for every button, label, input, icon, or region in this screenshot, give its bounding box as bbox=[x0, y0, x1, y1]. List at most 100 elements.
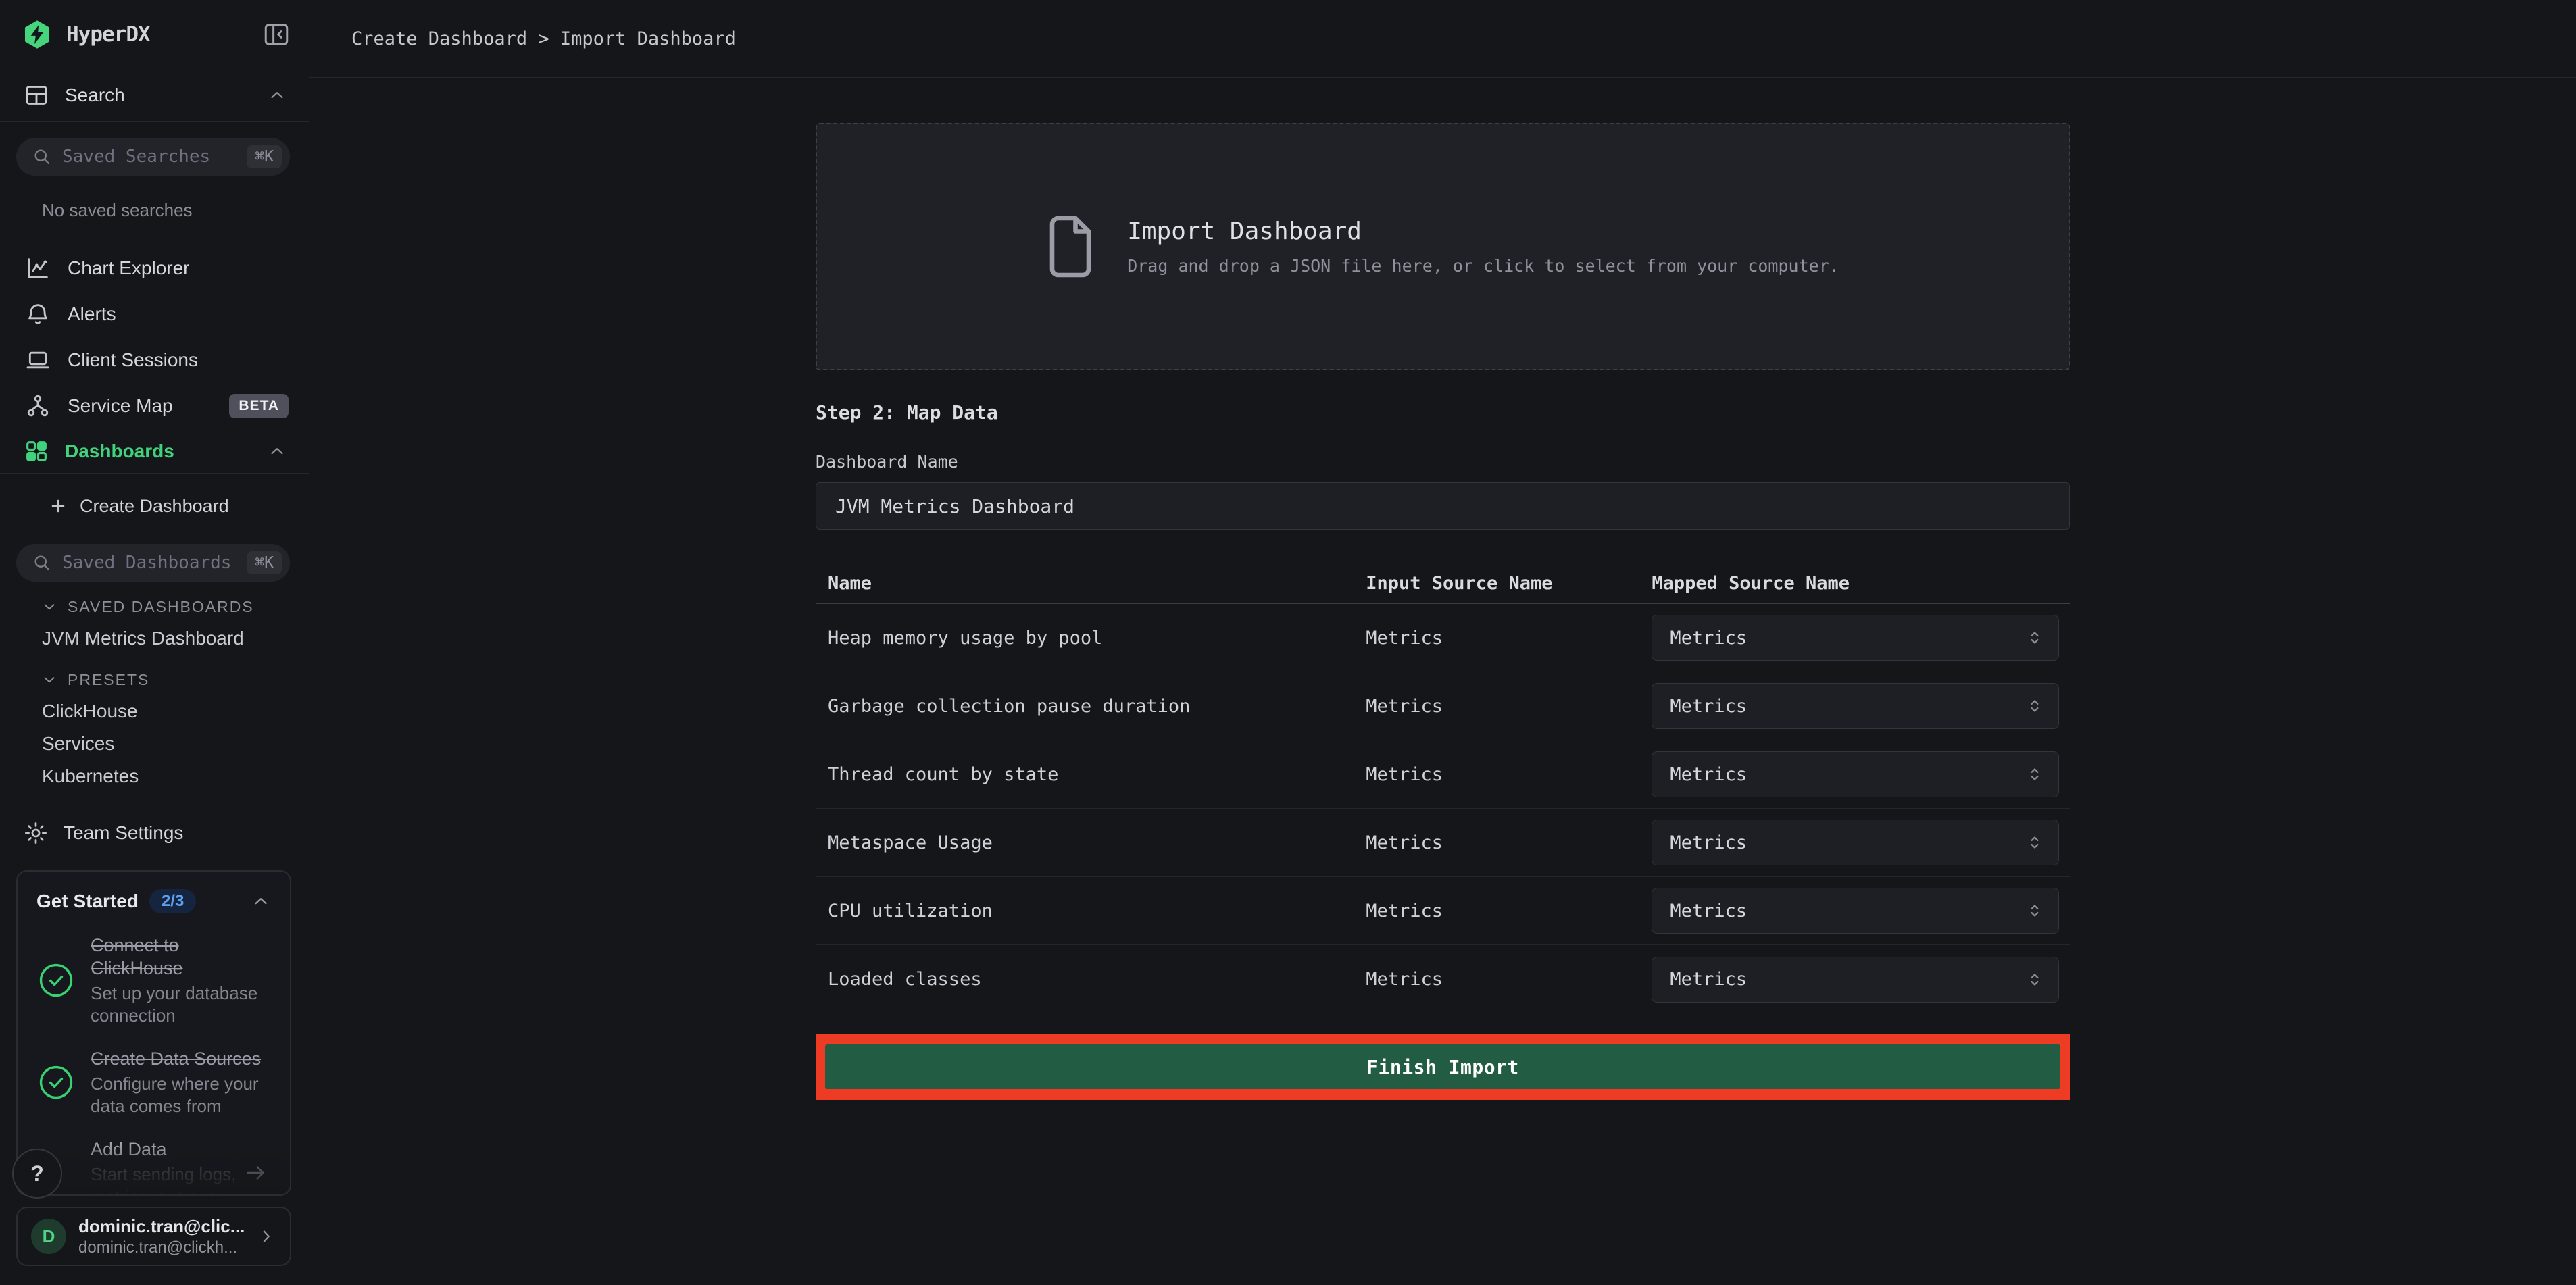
chevron-up-icon[interactable] bbox=[251, 891, 271, 911]
beta-badge: BETA bbox=[229, 394, 289, 418]
column-header-mapped-source: Mapped Source Name bbox=[1639, 573, 2070, 594]
get-started-panel: Get Started 2/3 Connect to ClickHouse Se… bbox=[16, 870, 291, 1196]
sidebar-section-search[interactable]: Search bbox=[0, 69, 309, 122]
saved-dashboards-input[interactable] bbox=[62, 553, 247, 573]
shortcut-badge: ⌘K bbox=[247, 551, 282, 574]
sidebar-nav: Chart Explorer Alerts Client Sessions bbox=[0, 245, 309, 429]
sidebar-section-label: Dashboards bbox=[65, 440, 174, 462]
magnifier-icon bbox=[32, 553, 51, 572]
annotation-highlight-box: Finish Import bbox=[816, 1034, 2070, 1100]
create-dashboard-button[interactable]: Create Dashboard bbox=[0, 484, 309, 528]
laptop-icon bbox=[24, 347, 51, 374]
table-row: Thread count by state Metrics Metrics bbox=[816, 740, 2070, 809]
table-body: Heap memory usage by pool Metrics Metric… bbox=[816, 604, 2070, 1013]
check-circle-icon bbox=[36, 1063, 76, 1102]
mapped-source-select[interactable]: Metrics bbox=[1652, 820, 2059, 865]
row-input-source: Metrics bbox=[1354, 696, 1639, 717]
mapped-source-select[interactable]: Metrics bbox=[1652, 615, 2059, 661]
get-started-item-connect[interactable]: Connect to ClickHouse Set up your databa… bbox=[36, 934, 271, 1027]
no-saved-searches-text: No saved searches bbox=[42, 200, 309, 221]
bell-icon bbox=[24, 301, 51, 328]
row-name: CPU utilization bbox=[816, 901, 1354, 922]
import-dropzone[interactable]: Import Dashboard Drag and drop a JSON fi… bbox=[816, 123, 2070, 370]
service-map-icon bbox=[24, 393, 51, 420]
mapping-table: Name Input Source Name Mapped Source Nam… bbox=[816, 563, 2070, 1013]
search-section-icon bbox=[23, 82, 50, 109]
sidebar-item-saved-dashboard[interactable]: JVM Metrics Dashboard bbox=[0, 622, 309, 655]
saved-searches-input[interactable] bbox=[62, 147, 247, 167]
saved-dashboards-search[interactable]: ⌘K bbox=[16, 544, 290, 582]
mapped-source-select[interactable]: Metrics bbox=[1652, 957, 2059, 1003]
selected-value: Metrics bbox=[1670, 969, 1747, 990]
shortcut-badge: ⌘K bbox=[247, 145, 282, 168]
get-started-item-title: Create Data Sources bbox=[91, 1047, 266, 1070]
sidebar-item-preset[interactable]: Services bbox=[0, 728, 309, 760]
magnifier-icon bbox=[32, 147, 51, 166]
user-email: dominic.tran@clickh... bbox=[78, 1238, 245, 1257]
saved-dashboards-group[interactable]: SAVED DASHBOARDS bbox=[0, 591, 309, 622]
row-input-source: Metrics bbox=[1354, 901, 1639, 922]
chevron-down-icon bbox=[41, 598, 58, 615]
sidebar: HyperDX Search ⌘K No saved searches bbox=[0, 0, 309, 1285]
get-started-item-desc: Start sending logs, metrics, or traces bbox=[91, 1163, 239, 1196]
selected-value: Metrics bbox=[1670, 832, 1747, 853]
table-row: CPU utilization Metrics Metrics bbox=[816, 877, 2070, 945]
arrow-right-icon bbox=[244, 1161, 267, 1184]
breadcrumb[interactable]: Create Dashboard > Import Dashboard bbox=[309, 28, 736, 49]
select-chevrons-icon bbox=[2025, 764, 2045, 784]
column-header-name: Name bbox=[816, 573, 1354, 594]
sidebar-section-label: Search bbox=[65, 84, 125, 106]
row-input-source: Metrics bbox=[1354, 764, 1639, 785]
saved-dashboards-list: JVM Metrics Dashboard bbox=[0, 622, 309, 655]
mapped-source-select[interactable]: Metrics bbox=[1652, 888, 2059, 934]
row-input-source: Metrics bbox=[1354, 832, 1639, 853]
sidebar-section-dashboards[interactable]: Dashboards bbox=[0, 429, 309, 474]
presets-group[interactable]: PRESETS bbox=[0, 664, 309, 695]
sidebar-item-preset[interactable]: Kubernetes bbox=[0, 760, 309, 792]
main-area: Create Dashboard > Import Dashboard Impo… bbox=[309, 0, 2576, 1285]
sidebar-item-chart-explorer[interactable]: Chart Explorer bbox=[0, 245, 309, 291]
saved-searches-search[interactable]: ⌘K bbox=[16, 138, 290, 176]
dropzone-title: Import Dashboard bbox=[1127, 218, 1839, 245]
sidebar-item-team-settings[interactable]: Team Settings bbox=[0, 811, 309, 855]
get-started-item-sources[interactable]: Create Data Sources Configure where your… bbox=[36, 1047, 271, 1117]
mapped-source-select[interactable]: Metrics bbox=[1652, 683, 2059, 729]
row-name: Garbage collection pause duration bbox=[816, 696, 1354, 717]
help-icon: ? bbox=[30, 1161, 44, 1186]
app-title: HyperDX bbox=[66, 22, 150, 47]
chevron-up-icon[interactable] bbox=[267, 441, 287, 461]
chevron-up-icon[interactable] bbox=[267, 85, 287, 105]
chevron-right-icon bbox=[256, 1226, 276, 1246]
dashboard-name-input[interactable] bbox=[816, 482, 2070, 530]
chart-explorer-icon bbox=[24, 255, 51, 282]
selected-value: Metrics bbox=[1670, 628, 1747, 649]
selected-value: Metrics bbox=[1670, 901, 1747, 922]
plus-icon bbox=[49, 497, 68, 515]
chevron-down-icon bbox=[41, 671, 58, 688]
get-started-header[interactable]: Get Started 2/3 bbox=[36, 889, 271, 913]
get-started-item-add-data[interactable]: Add Data Start sending logs, metrics, or… bbox=[36, 1138, 271, 1196]
finish-import-button[interactable]: Finish Import bbox=[825, 1044, 2060, 1089]
mapped-source-select[interactable]: Metrics bbox=[1652, 751, 2059, 797]
select-chevrons-icon bbox=[2025, 901, 2045, 921]
row-name: Heap memory usage by pool bbox=[816, 628, 1354, 649]
sidebar-item-service-map[interactable]: Service Map BETA bbox=[0, 383, 309, 429]
presets-list: ClickHouse Services Kubernetes bbox=[0, 695, 309, 792]
dashboards-grid-icon bbox=[23, 438, 50, 465]
table-row: Garbage collection pause duration Metric… bbox=[816, 672, 2070, 740]
sidebar-item-label: Chart Explorer bbox=[68, 257, 190, 279]
sidebar-item-preset[interactable]: ClickHouse bbox=[0, 695, 309, 728]
row-input-source: Metrics bbox=[1354, 628, 1639, 649]
collapse-sidebar-icon[interactable] bbox=[262, 20, 291, 49]
sidebar-item-label: Team Settings bbox=[64, 822, 183, 844]
table-header-row: Name Input Source Name Mapped Source Nam… bbox=[816, 563, 2070, 604]
app-root: HyperDX Search ⌘K No saved searches bbox=[0, 0, 2576, 1285]
sidebar-item-alerts[interactable]: Alerts bbox=[0, 291, 309, 337]
sidebar-item-label: Service Map bbox=[68, 395, 173, 417]
sidebar-item-client-sessions[interactable]: Client Sessions bbox=[0, 337, 309, 383]
help-button[interactable]: ? bbox=[12, 1149, 62, 1199]
select-chevrons-icon bbox=[2025, 969, 2045, 990]
step-label: Step 2: Map Data bbox=[816, 401, 2070, 424]
avatar: D bbox=[31, 1219, 66, 1254]
user-menu[interactable]: D dominic.tran@clic... dominic.tran@clic… bbox=[16, 1207, 291, 1266]
